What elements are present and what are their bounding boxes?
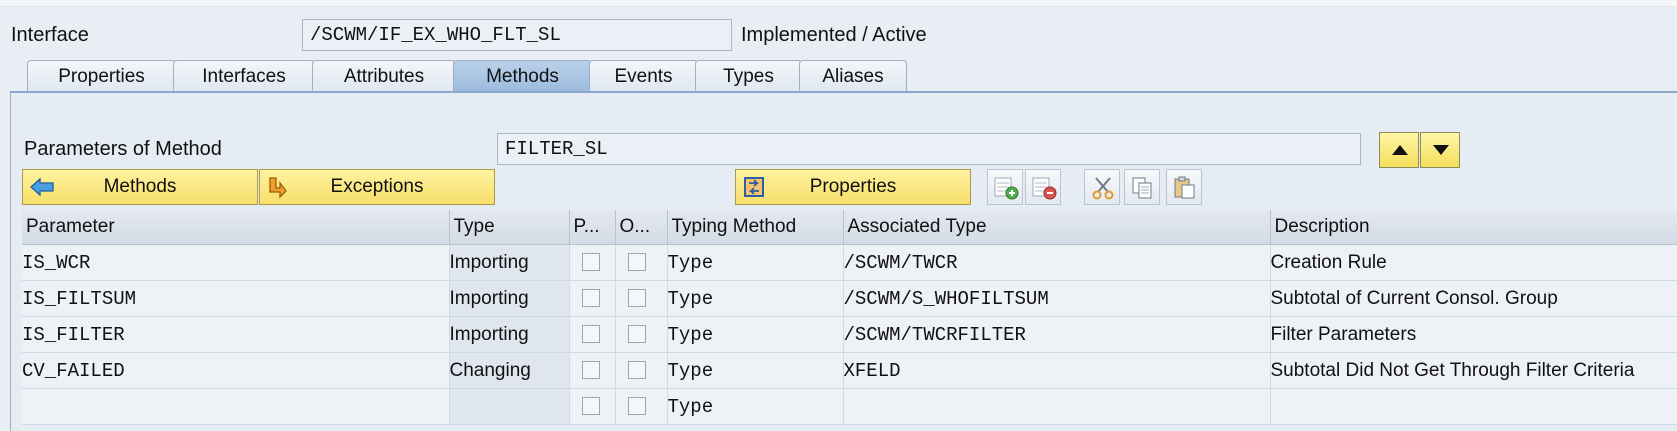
column-header-optional[interactable]: O... — [615, 210, 668, 245]
insert-row-icon — [994, 177, 1019, 200]
associated-type-cell[interactable]: XFELD — [843, 352, 1271, 389]
description-cell[interactable]: Subtotal of Current Consol. Group — [1270, 280, 1677, 317]
scissors-icon — [1092, 177, 1114, 200]
type-cell[interactable]: Changing — [449, 352, 570, 389]
copy-button[interactable] — [1124, 169, 1160, 205]
properties-button-label: Properties — [809, 176, 897, 197]
tab-properties[interactable]: Properties — [27, 60, 176, 92]
column-header-pass-value[interactable]: P... — [569, 210, 616, 245]
table-row-empty: Type — [22, 388, 1677, 425]
associated-type-cell[interactable]: /SCWM/TWCRFILTER — [843, 316, 1271, 353]
table-header-row: Parameter Type P... O... Typing Method A… — [22, 210, 1677, 245]
tab-methods[interactable]: Methods — [453, 60, 592, 92]
table-row: IS_WCR Importing Type /SCWM/TWCR Creatio… — [22, 244, 1677, 281]
typing-method-cell[interactable]: Type — [667, 388, 844, 425]
tab-label: Aliases — [822, 66, 884, 87]
insert-row-button[interactable] — [987, 169, 1023, 205]
type-cell[interactable]: Importing — [449, 316, 570, 353]
tab-label: Events — [614, 66, 673, 87]
column-header-associated-type[interactable]: Associated Type — [843, 210, 1271, 245]
associated-type-cell[interactable]: /SCWM/S_WHOFILTSUM — [843, 280, 1271, 317]
next-method-button[interactable] — [1420, 132, 1460, 168]
optional-cell — [615, 244, 668, 281]
pass-value-cell — [569, 316, 616, 353]
tab-types[interactable]: Types — [695, 60, 802, 92]
pass-value-checkbox[interactable] — [581, 253, 600, 272]
copy-icon — [1132, 177, 1152, 199]
description-cell[interactable] — [1270, 388, 1677, 425]
methods-button[interactable]: Methods — [22, 169, 258, 205]
table-row: IS_FILTER Importing Type /SCWM/TWCRFILTE… — [22, 316, 1677, 353]
tab-events[interactable]: Events — [589, 60, 698, 92]
optional-checkbox[interactable] — [627, 253, 646, 272]
parameters-of-method-label: Parameters of Method — [24, 138, 222, 160]
top-border — [0, 0, 1677, 7]
table-row: CV_FAILED Changing Type XFELD Subtotal D… — [22, 352, 1677, 389]
delete-row-icon — [1032, 177, 1057, 200]
description-cell[interactable]: Filter Parameters — [1270, 316, 1677, 353]
optional-checkbox[interactable] — [627, 397, 646, 416]
pass-value-checkbox[interactable] — [581, 361, 600, 380]
methods-button-label: Methods — [103, 176, 177, 197]
pass-value-cell — [569, 244, 616, 281]
typing-method-cell[interactable]: Type — [667, 280, 844, 317]
delete-row-button[interactable] — [1025, 169, 1061, 205]
optional-cell — [615, 352, 668, 389]
tab-interfaces[interactable]: Interfaces — [173, 60, 315, 92]
interface-field[interactable]: /SCWM/IF_EX_WHO_FLT_SL — [302, 19, 732, 51]
optional-checkbox[interactable] — [627, 289, 646, 308]
type-cell[interactable]: Importing — [449, 244, 570, 281]
previous-method-button[interactable] — [1379, 132, 1419, 168]
tab-label: Attributes — [343, 66, 425, 87]
arrow-up-icon — [1392, 145, 1408, 155]
parameter-cell[interactable]: CV_FAILED — [22, 352, 450, 389]
typing-method-cell[interactable]: Type — [667, 244, 844, 281]
pass-value-cell — [569, 352, 616, 389]
table-row: IS_FILTSUM Importing Type /SCWM/S_WHOFIL… — [22, 280, 1677, 317]
exceptions-button-label: Exceptions — [330, 176, 424, 197]
tab-label: Types — [723, 66, 774, 87]
optional-cell — [615, 316, 668, 353]
tab-label: Interfaces — [202, 66, 286, 87]
parameter-cell[interactable]: IS_FILTER — [22, 316, 450, 353]
type-cell[interactable] — [449, 388, 570, 425]
associated-type-cell[interactable]: /SCWM/TWCR — [843, 244, 1271, 281]
pass-value-cell — [569, 280, 616, 317]
interface-label: Interface — [11, 24, 89, 46]
arrow-down-icon — [1433, 145, 1449, 155]
pass-value-cell — [569, 388, 616, 425]
cut-button[interactable] — [1084, 169, 1120, 205]
parameter-cell[interactable] — [22, 388, 450, 425]
pass-value-checkbox[interactable] — [581, 397, 600, 416]
associated-type-cell[interactable] — [843, 388, 1271, 425]
optional-checkbox[interactable] — [627, 325, 646, 344]
optional-cell — [615, 388, 668, 425]
tab-aliases[interactable]: Aliases — [799, 60, 907, 92]
paste-button[interactable] — [1166, 169, 1202, 205]
description-cell[interactable]: Subtotal Did Not Get Through Filter Crit… — [1270, 352, 1677, 389]
parameters-table: Parameter Type P... O... Typing Method A… — [22, 210, 1677, 425]
parameter-cell[interactable]: IS_WCR — [22, 244, 450, 281]
column-header-typing-method[interactable]: Typing Method — [667, 210, 844, 245]
optional-cell — [615, 280, 668, 317]
tab-attributes[interactable]: Attributes — [312, 60, 456, 92]
pass-value-checkbox[interactable] — [581, 325, 600, 344]
type-cell[interactable]: Importing — [449, 280, 570, 317]
column-header-description[interactable]: Description — [1270, 210, 1677, 245]
method-name-field[interactable]: FILTER_SL — [497, 133, 1361, 165]
optional-checkbox[interactable] — [627, 361, 646, 380]
interface-status: Implemented / Active — [741, 24, 927, 46]
exceptions-button[interactable]: Exceptions — [259, 169, 495, 205]
tab-label: Properties — [58, 66, 145, 87]
parameter-cell[interactable]: IS_FILTSUM — [22, 280, 450, 317]
pass-value-checkbox[interactable] — [581, 289, 600, 308]
tab-label: Methods — [486, 66, 559, 87]
column-header-type[interactable]: Type — [449, 210, 570, 245]
paste-icon — [1174, 176, 1195, 199]
typing-method-cell[interactable]: Type — [667, 352, 844, 389]
description-cell[interactable]: Creation Rule — [1270, 244, 1677, 281]
typing-method-cell[interactable]: Type — [667, 316, 844, 353]
column-header-parameter[interactable]: Parameter — [22, 210, 450, 245]
properties-button[interactable]: Properties — [735, 169, 971, 205]
